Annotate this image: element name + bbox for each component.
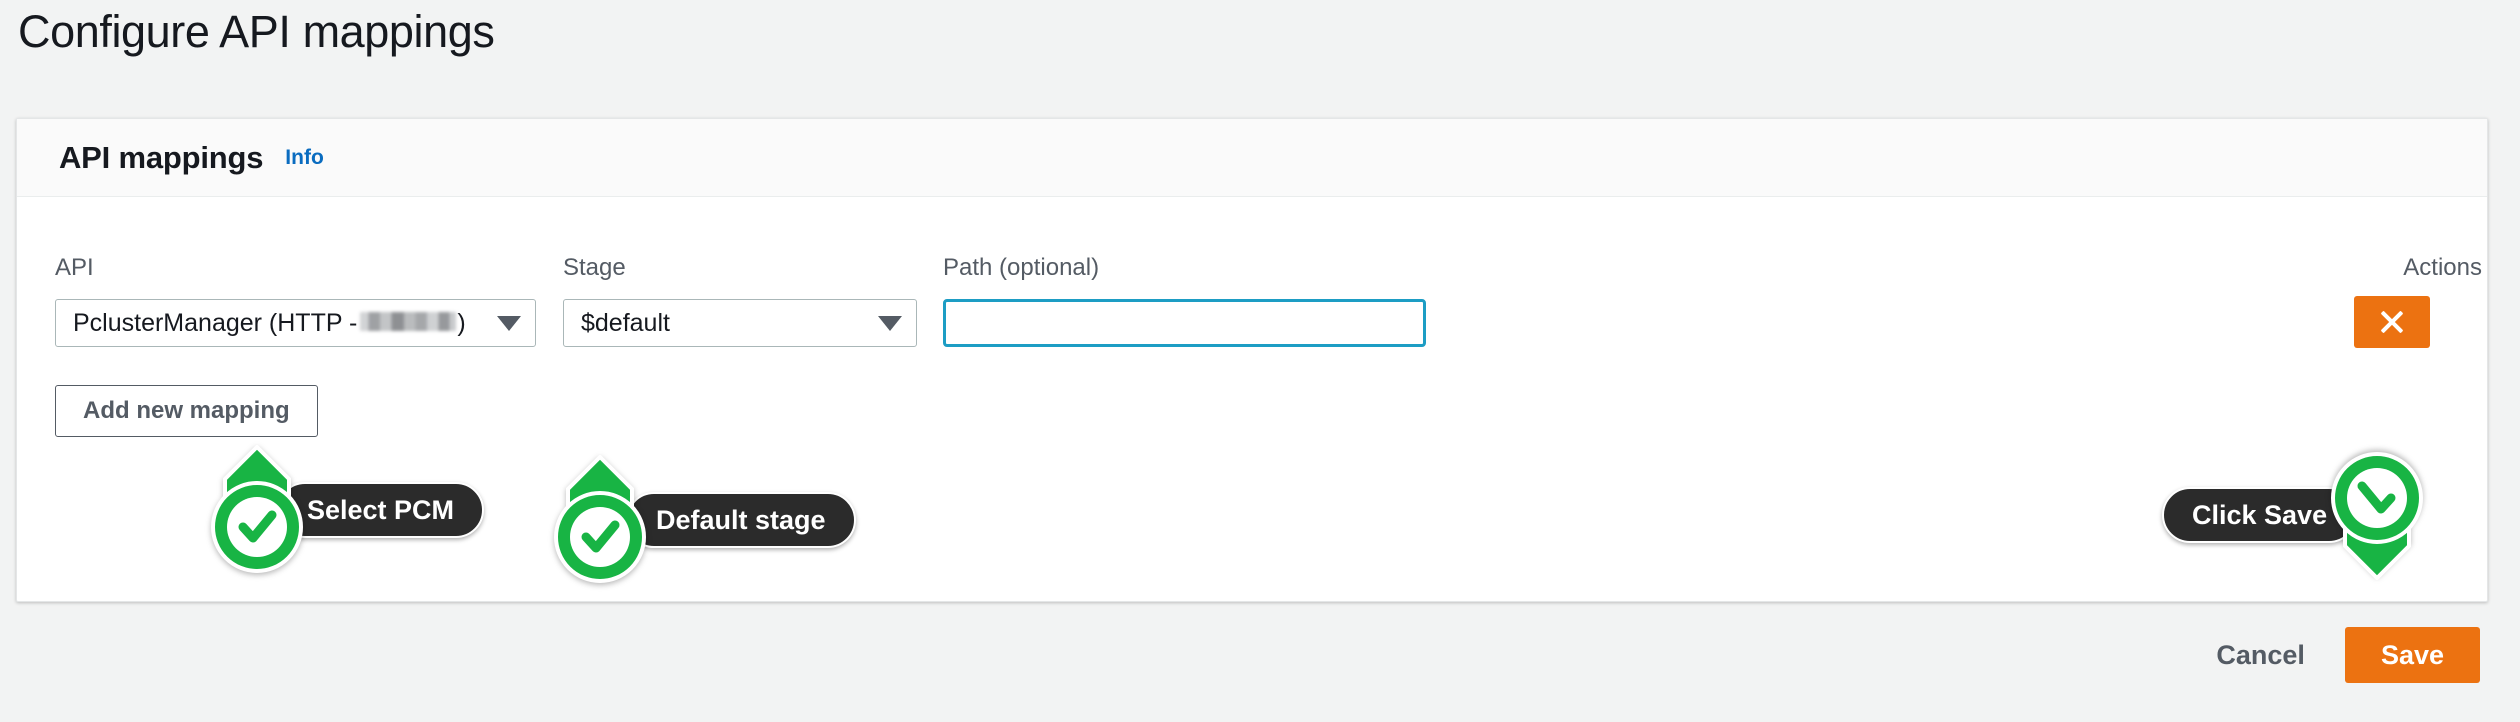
column-header-path: Path (optional) — [943, 254, 1100, 281]
annotation-label: Click Save — [2162, 487, 2358, 543]
cancel-button[interactable]: Cancel — [2216, 640, 2305, 671]
card-header-title: API mappings — [59, 139, 264, 175]
stage-select-value: $default — [581, 308, 670, 337]
info-link[interactable]: Info — [285, 146, 323, 170]
column-header-api: API — [55, 254, 94, 281]
page-title: Configure API mappings — [18, 6, 495, 57]
check-circle-icon — [209, 445, 305, 575]
column-header-stage: Stage — [563, 254, 626, 281]
check-circle-icon — [2329, 450, 2425, 580]
annotation-label: Default stage — [626, 492, 856, 548]
annotation-default-stage: Default stage — [552, 455, 856, 585]
configure-api-mappings-page: Configure API mappings API mappings Info… — [0, 0, 2520, 722]
api-select-value: PclusterManager (HTTP - ) — [73, 309, 466, 338]
redacted-endpoint-blur — [360, 311, 457, 331]
annotation-select-pcm: Select PCM — [209, 445, 485, 575]
stage-select[interactable]: $default — [563, 299, 917, 347]
card-header: API mappings Info — [17, 119, 2487, 197]
check-circle-icon — [552, 455, 648, 585]
add-new-mapping-button[interactable]: Add new mapping — [55, 385, 318, 437]
save-button[interactable]: Save — [2344, 627, 2480, 683]
chevron-down-icon — [878, 315, 902, 331]
annotation-click-save: Click Save — [2162, 450, 2425, 580]
annotation-label: Select PCM — [277, 482, 485, 538]
chevron-down-icon — [497, 315, 521, 331]
card-footer: Cancel Save — [16, 620, 2488, 690]
api-select-value-text: PclusterManager (HTTP - — [73, 308, 358, 337]
column-header-actions: Actions — [2403, 254, 2482, 281]
close-x-icon — [2378, 308, 2406, 336]
api-select[interactable]: PclusterManager (HTTP - ) — [55, 299, 536, 347]
delete-mapping-button[interactable] — [2354, 296, 2430, 348]
api-select-value-suffix: ) — [457, 308, 466, 337]
path-input[interactable] — [943, 299, 1426, 347]
